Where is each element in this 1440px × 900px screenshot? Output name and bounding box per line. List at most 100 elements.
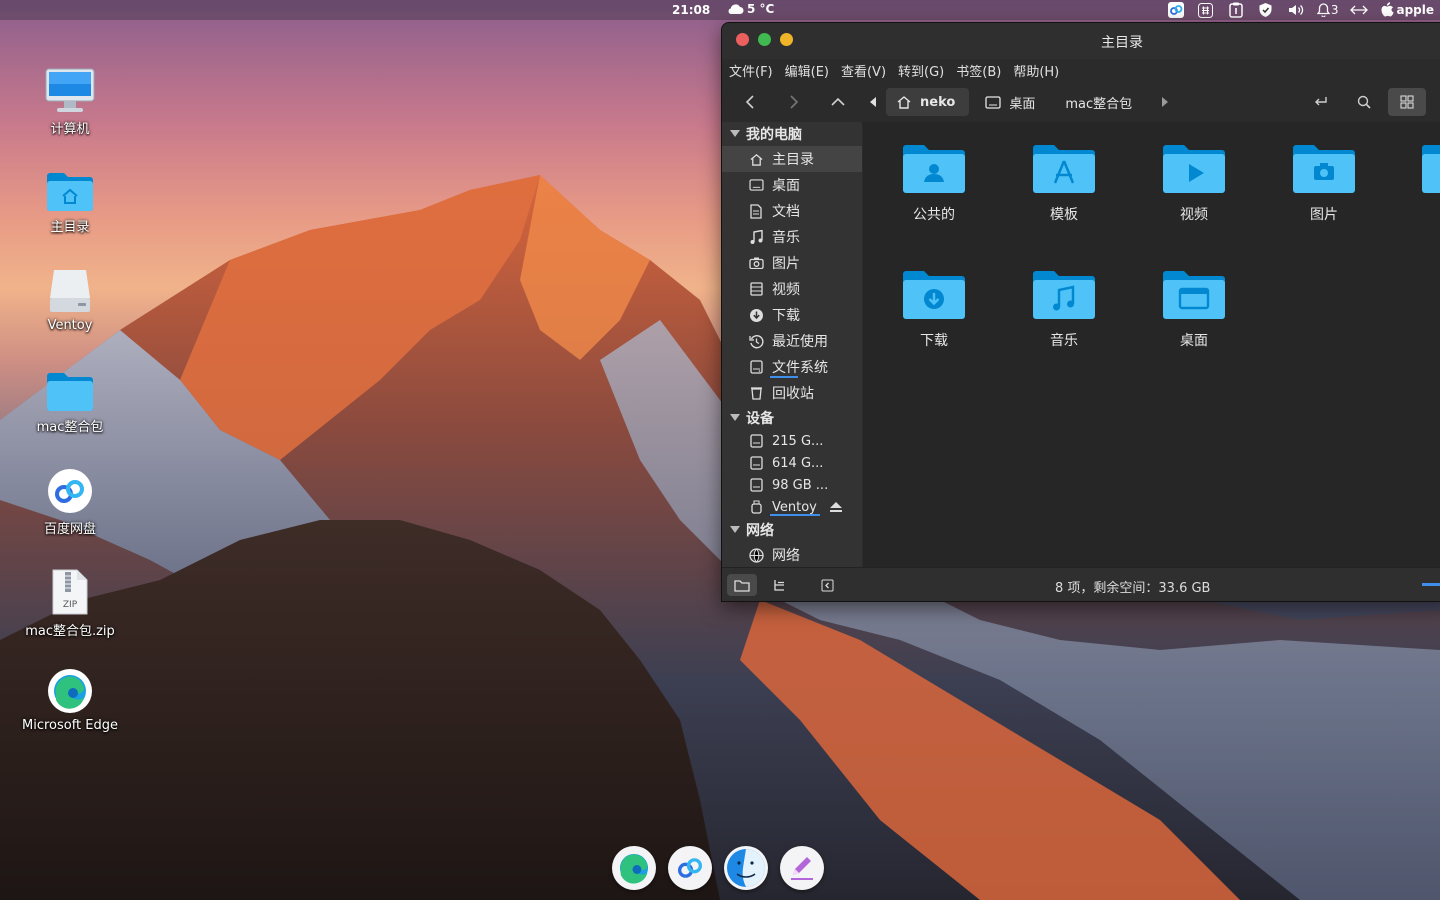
- desktop-icon-mac-package-zip[interactable]: ZIP mac整合包.zip: [20, 568, 120, 639]
- sidebar-item-home[interactable]: 主目录: [722, 146, 862, 172]
- folder-videos[interactable]: 视频: [1139, 142, 1249, 224]
- window-titlebar[interactable]: 主目录: [722, 23, 1440, 59]
- sidebar-item-drive-614[interactable]: 614 G...: [722, 452, 862, 474]
- file-view: 公共的 模板 视频 图片 下载 音乐 桌面: [863, 122, 1440, 567]
- up-button[interactable]: [820, 88, 856, 116]
- sidebar-section-devices[interactable]: 设备: [722, 406, 862, 430]
- public-folder-icon: [903, 145, 965, 193]
- sidebar-item-ventoy[interactable]: Ventoy: [722, 496, 862, 518]
- desktop-icon-edge[interactable]: Microsoft Edge: [20, 668, 120, 733]
- network-icon: [748, 547, 764, 563]
- user-menu[interactable]: apple: [1380, 2, 1434, 18]
- templates-folder-icon: [1033, 145, 1095, 193]
- keyboard-icon[interactable]: [1197, 1, 1215, 19]
- desktop-icon: [985, 95, 1001, 109]
- notifications-indicator[interactable]: 3: [1316, 1, 1338, 19]
- eject-icon[interactable]: [830, 502, 842, 513]
- breadcrumb-neko[interactable]: neko: [886, 88, 970, 116]
- desktop-icon-label: Ventoy: [47, 318, 93, 333]
- sidebar-section-network[interactable]: 网络: [722, 518, 862, 542]
- shield-icon[interactable]: [1257, 1, 1275, 19]
- sidebar-section-computer[interactable]: 我的电脑: [722, 122, 862, 146]
- sidebar-item-drive-215[interactable]: 215 G...: [722, 430, 862, 452]
- text-editor-icon: [791, 857, 813, 880]
- folder-music[interactable]: 音乐: [1009, 268, 1119, 350]
- desktop-icon-home[interactable]: 主目录: [20, 170, 120, 235]
- forward-button[interactable]: [776, 88, 812, 116]
- menu-view[interactable]: 查看(V): [841, 61, 886, 80]
- folder-desktop[interactable]: 桌面: [1139, 268, 1249, 350]
- breadcrumb-scroll-left[interactable]: [862, 88, 886, 116]
- folder-downloads[interactable]: 下载: [879, 268, 989, 350]
- sidebar-item-drive-98[interactable]: 98 GB ...: [722, 474, 862, 496]
- sidebar-item-network[interactable]: 网络: [722, 542, 862, 568]
- chevron-right-icon: [790, 95, 799, 109]
- film-icon: [749, 282, 763, 296]
- back-button[interactable]: [732, 88, 768, 116]
- breadcrumb-label: 桌面: [1009, 96, 1036, 112]
- top-panel: 21:08 5 °C 3 apple: [0, 0, 1440, 20]
- zoom-slider[interactable]: [1422, 583, 1440, 586]
- computer-icon: [45, 68, 95, 112]
- desktop-icon-mac-package[interactable]: mac整合包: [20, 370, 120, 435]
- folder-public[interactable]: 公共的: [879, 142, 989, 224]
- folder-partial[interactable]: [1421, 142, 1440, 196]
- dock-edge[interactable]: [612, 846, 656, 890]
- desktop-icon-ventoy[interactable]: Ventoy: [20, 268, 120, 333]
- folder-icon: [1422, 145, 1440, 193]
- clock[interactable]: 21:08: [672, 3, 710, 17]
- sidebar-item-label: 文件系统: [772, 360, 828, 376]
- sidebar-item-label: 最近使用: [772, 334, 828, 350]
- sidebar-item-label: 215 G...: [772, 433, 824, 449]
- baidu-netdisk-tray-icon[interactable]: [1167, 1, 1185, 19]
- menu-bookmarks[interactable]: 书签(B): [956, 61, 1001, 80]
- sidebar-item-trash[interactable]: 回收站: [722, 380, 862, 406]
- sidebar-item-pictures[interactable]: 图片: [722, 250, 862, 276]
- menu-go[interactable]: 转到(G): [898, 61, 944, 80]
- breadcrumb-mac-package[interactable]: mac整合包: [1055, 88, 1146, 116]
- grid-icon: [1400, 95, 1414, 109]
- folder-templates[interactable]: 模板: [1009, 142, 1119, 224]
- folder-label: 模板: [1050, 207, 1078, 223]
- volume-icon[interactable]: [1287, 1, 1305, 19]
- icon-view-button[interactable]: [1388, 88, 1426, 116]
- music-folder-icon: [1033, 271, 1095, 319]
- kde-connect-icon[interactable]: [1350, 1, 1369, 19]
- desktop-icon-label: mac整合包: [36, 420, 104, 435]
- clipboard-icon[interactable]: [1227, 1, 1245, 19]
- document-icon: [750, 203, 762, 219]
- search-button[interactable]: [1346, 88, 1382, 116]
- tree-toggle-button[interactable]: [764, 574, 794, 596]
- desktop-icon-label: mac整合包.zip: [25, 624, 115, 639]
- menu-edit[interactable]: 编辑(E): [785, 61, 829, 80]
- sidebar-item-label: 图片: [772, 256, 800, 272]
- hide-sidebar-button[interactable]: [812, 574, 842, 596]
- desktop-icon-computer[interactable]: 计算机: [20, 68, 120, 137]
- sidebar-item-desktop[interactable]: 桌面: [722, 172, 862, 198]
- dock-finder[interactable]: [724, 846, 768, 890]
- dock-baidu-netdisk[interactable]: [668, 846, 712, 890]
- folder-pictures[interactable]: 图片: [1269, 142, 1379, 224]
- breadcrumb-scroll-right[interactable]: [1152, 88, 1176, 116]
- finder-icon: [727, 849, 765, 887]
- sidebar-section-title: 网络: [746, 523, 774, 539]
- sidebar-item-filesystem[interactable]: 文件系统: [722, 354, 862, 380]
- file-manager-window: 主目录 文件(F) 编辑(E) 查看(V) 转到(G) 书签(B) 帮助(H) …: [721, 22, 1440, 602]
- sidebar-item-label: 文档: [772, 204, 800, 220]
- weather-indicator[interactable]: 5 °C: [726, 2, 774, 16]
- sidebar-item-downloads[interactable]: 下载: [722, 302, 862, 328]
- sidebar-item-label: 网络: [772, 548, 800, 564]
- sidebar-item-documents[interactable]: 文档: [722, 198, 862, 224]
- sidebar-item-videos[interactable]: 视频: [722, 276, 862, 302]
- breadcrumb-desktop[interactable]: 桌面: [975, 88, 1049, 116]
- toggle-location-button[interactable]: [1302, 88, 1338, 116]
- desktop-icon-baidu-netdisk[interactable]: 百度网盘: [20, 468, 120, 537]
- sidebar-item-recent[interactable]: 最近使用: [722, 328, 862, 354]
- places-toggle-button[interactable]: [727, 574, 757, 596]
- dock-text-editor[interactable]: [780, 846, 824, 890]
- edge-icon: [619, 853, 649, 884]
- baidu-netdisk-icon: [48, 469, 92, 513]
- sidebar-item-music[interactable]: 音乐: [722, 224, 862, 250]
- menu-help[interactable]: 帮助(H): [1013, 61, 1059, 80]
- menu-file[interactable]: 文件(F): [729, 61, 773, 80]
